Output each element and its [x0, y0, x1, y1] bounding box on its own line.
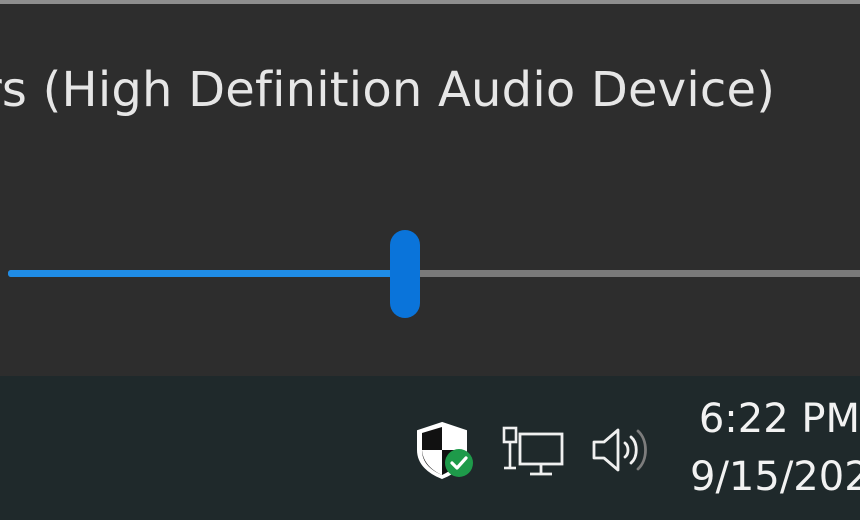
network-icon[interactable] [500, 424, 566, 480]
volume-slider[interactable] [0, 230, 860, 320]
clock-date: 9/15/202 [690, 454, 860, 500]
volume-flyout: rs (High Definition Audio Device) [0, 0, 860, 376]
desktop-screen: rs (High Definition Audio Device) 6:22 P… [0, 0, 860, 520]
clock-time: 6:22 PM [698, 396, 860, 442]
volume-slider-fill [8, 270, 405, 277]
playback-device-button[interactable]: rs (High Definition Audio Device) [0, 60, 775, 120]
speaker-icon[interactable] [590, 422, 654, 478]
taskbar: 6:22 PM 9/15/202 [0, 376, 860, 520]
windows-security-icon[interactable] [414, 420, 478, 482]
volume-slider-thumb[interactable] [389, 230, 420, 318]
volume-slider-track[interactable] [8, 270, 860, 277]
